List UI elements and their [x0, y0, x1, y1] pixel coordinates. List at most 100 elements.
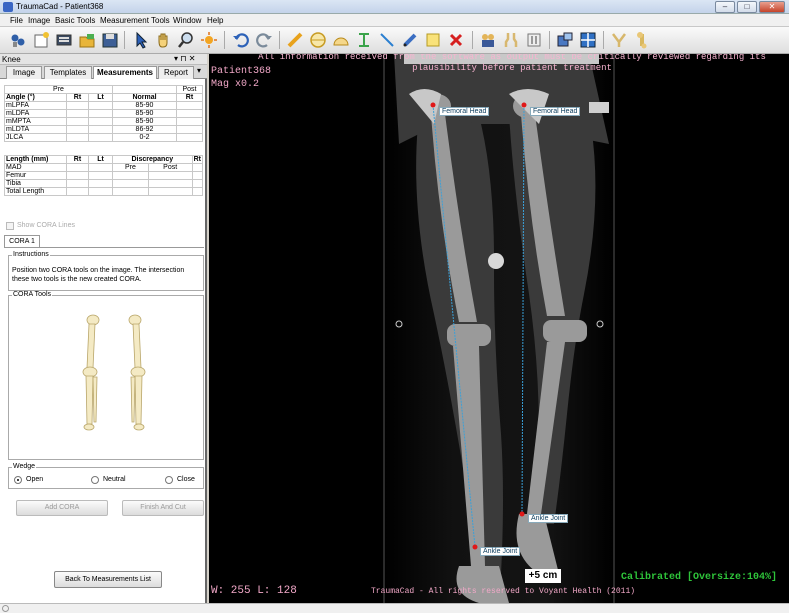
window-layout-icon[interactable] — [555, 30, 575, 50]
menu-window[interactable]: Window — [173, 16, 201, 25]
length-post-rt-header: Rt — [191, 155, 204, 164]
table-row[interactable]: mMPTA 85-90 — [4, 117, 203, 126]
angle-normal: 86-92 — [112, 125, 177, 134]
ankle-joint-point-left[interactable] — [519, 511, 525, 517]
angle-icon[interactable] — [331, 30, 351, 50]
angle-post-rt-header: Rt — [176, 93, 203, 102]
femoral-head-label-left[interactable]: Femoral Head — [530, 107, 581, 116]
toolbar — [0, 27, 789, 54]
xray-image[interactable] — [209, 54, 789, 603]
knee-icon[interactable] — [501, 30, 521, 50]
zoom-icon[interactable] — [176, 30, 196, 50]
femoral-head-label-right[interactable]: Femoral Head — [439, 107, 490, 116]
angle-header: Angle (°) — [4, 93, 67, 102]
ankle-joint-point-right[interactable] — [472, 544, 478, 550]
table-row[interactable]: Tibia — [4, 179, 204, 188]
maximize-button[interactable]: □ — [737, 1, 757, 13]
length-header: Length (mm) — [4, 155, 67, 164]
panel-header: Knee ▾ ⊓ ✕ — [0, 54, 207, 65]
grid-icon[interactable] — [578, 30, 598, 50]
people-icon[interactable] — [478, 30, 498, 50]
back-to-measurements-button[interactable]: Back To Measurements List — [54, 571, 162, 588]
table-row[interactable]: MAD Pre Post — [4, 163, 204, 172]
discrepancy-header: Discrepancy — [112, 155, 193, 164]
angle-name: mLDTA — [4, 125, 67, 134]
contrast-icon[interactable] — [199, 30, 219, 50]
wedge-open-label: Open — [26, 476, 44, 483]
length-name: MAD — [4, 163, 67, 172]
bone-icon[interactable] — [632, 30, 652, 50]
open-folder-icon[interactable] — [77, 30, 97, 50]
menu-basic-tools[interactable]: Basic Tools — [55, 16, 95, 25]
xray-viewer[interactable]: All information received from the softwa… — [209, 54, 789, 603]
save-icon[interactable] — [100, 30, 120, 50]
angle-normal-header: Normal — [112, 93, 177, 102]
close-button[interactable]: ✕ — [759, 1, 785, 13]
table-row[interactable]: mLDTA 86-92 — [4, 125, 203, 134]
length-lt-header: Lt — [88, 155, 113, 164]
menu-help[interactable]: Help — [207, 16, 223, 25]
ruler-icon[interactable] — [285, 30, 305, 50]
post-label: Post — [176, 85, 203, 94]
radio-icon[interactable] — [91, 476, 99, 484]
femoral-head-point-right[interactable] — [430, 102, 436, 108]
circle-icon[interactable] — [308, 30, 328, 50]
pointer-icon[interactable] — [130, 30, 150, 50]
ankle-joint-label-right[interactable]: Ankle Joint — [480, 547, 521, 556]
redo-icon[interactable] — [254, 30, 274, 50]
wedge-neutral-option[interactable]: Neutral — [91, 476, 151, 485]
panel-pin-button[interactable]: ▾ ⊓ ✕ — [174, 54, 195, 63]
osteotomy-icon[interactable] — [609, 30, 629, 50]
menu-file[interactable]: File — [10, 16, 23, 25]
status-icon — [2, 605, 9, 612]
disclaimer-notice: All information received from the softwa… — [258, 54, 766, 73]
angle-name: mLPFA — [4, 101, 67, 110]
length-name: Femur — [4, 171, 67, 180]
discrepancy-pre-label: Pre — [112, 163, 149, 172]
monitor-icon[interactable] — [54, 30, 74, 50]
angle-normal: 85-90 — [112, 101, 177, 110]
undo-icon[interactable] — [231, 30, 251, 50]
minimize-button[interactable]: – — [715, 1, 735, 13]
table-row[interactable]: Femur — [4, 171, 204, 180]
add-cora-button[interactable]: Add CORA — [16, 500, 108, 516]
show-cora-checkbox[interactable] — [6, 222, 14, 230]
angle-name: mLDFA — [4, 109, 67, 118]
new-case-icon[interactable] — [31, 30, 51, 50]
femoral-head-point-left[interactable] — [521, 102, 527, 108]
wedge-close-option[interactable]: Close — [165, 476, 203, 485]
menu-image[interactable]: Image — [28, 16, 50, 25]
table-row[interactable]: mLDFA 85-90 — [4, 109, 203, 118]
angle-normal: 0-2 — [112, 133, 177, 142]
tab-image[interactable]: Image — [6, 66, 42, 79]
radio-icon[interactable] — [165, 476, 173, 484]
tab-measurements[interactable]: Measurements — [93, 66, 157, 79]
ankle-joint-label-left[interactable]: Ankle Joint — [528, 514, 569, 523]
app-icon — [3, 2, 13, 12]
wedge-open-option[interactable]: Open — [14, 476, 74, 485]
implant-icon[interactable] — [524, 30, 544, 50]
wedge-close-label: Close — [177, 476, 195, 483]
table-row[interactable]: mLPFA 85-90 — [4, 101, 203, 110]
menu-measurement-tools[interactable]: Measurement Tools — [100, 16, 170, 25]
pencil-icon[interactable] — [400, 30, 420, 50]
delete-icon[interactable] — [446, 30, 466, 50]
tab-cora-1[interactable]: CORA 1 — [4, 235, 40, 247]
tab-report[interactable]: Report — [158, 66, 194, 79]
leg-bones-icon[interactable] — [77, 314, 151, 434]
angle-normal: 85-90 — [112, 117, 177, 126]
wedge-neutral-label: Neutral — [103, 476, 126, 483]
angle-rt-header: Rt — [66, 93, 89, 102]
finish-and-cut-button[interactable]: Finish And Cut — [122, 500, 204, 516]
pan-hand-icon[interactable] — [153, 30, 173, 50]
caliper-icon[interactable] — [354, 30, 374, 50]
tabs-more-icon[interactable]: ▾ — [197, 66, 201, 75]
tab-templates[interactable]: Templates — [44, 66, 92, 79]
connect-icon[interactable] — [8, 30, 28, 50]
radio-icon[interactable] — [14, 476, 22, 484]
note-icon[interactable] — [423, 30, 443, 50]
table-row[interactable]: JLCA 0-2 — [4, 133, 203, 142]
wedge-box: Wedge Open Neutral Close — [8, 463, 204, 489]
line-icon[interactable] — [377, 30, 397, 50]
table-row[interactable]: Total Length — [4, 187, 204, 196]
